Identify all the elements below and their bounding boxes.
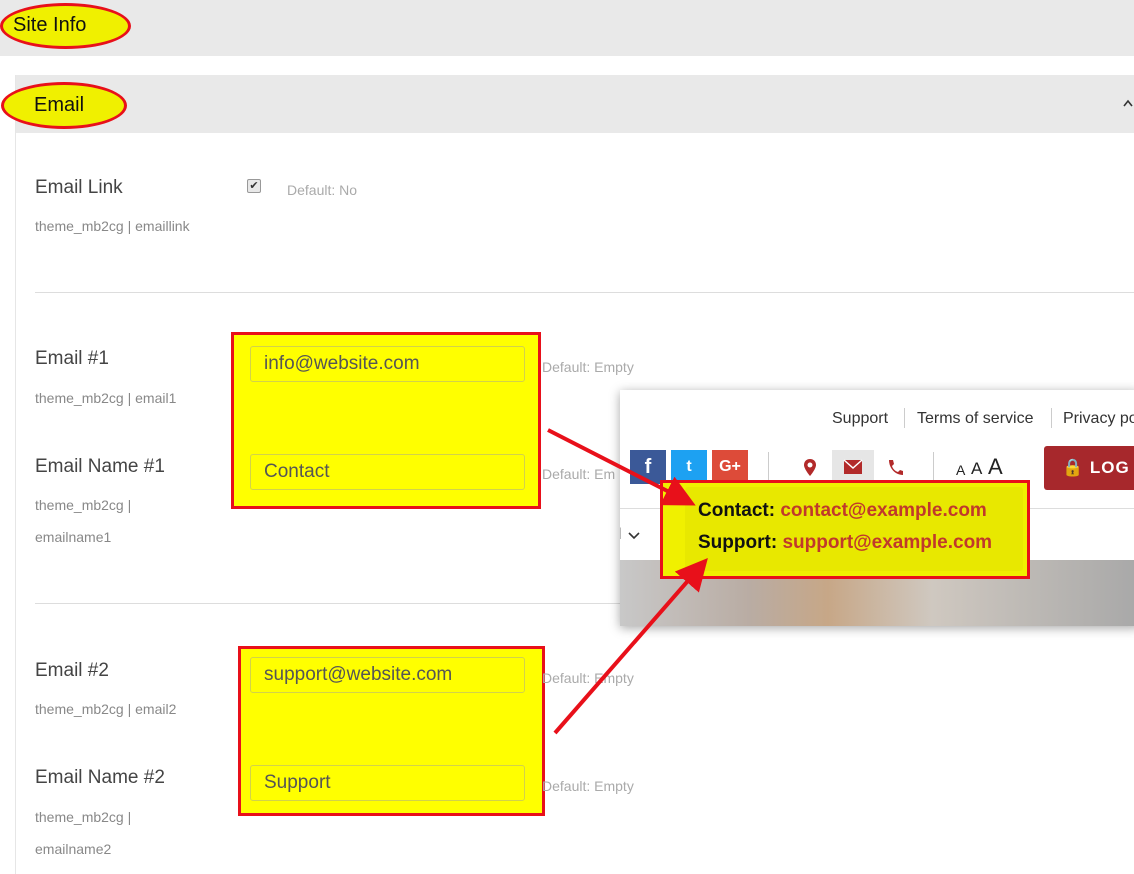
annotation-arrows — [547, 428, 708, 735]
arrow-support — [553, 557, 708, 735]
arrow-contact — [547, 428, 696, 506]
